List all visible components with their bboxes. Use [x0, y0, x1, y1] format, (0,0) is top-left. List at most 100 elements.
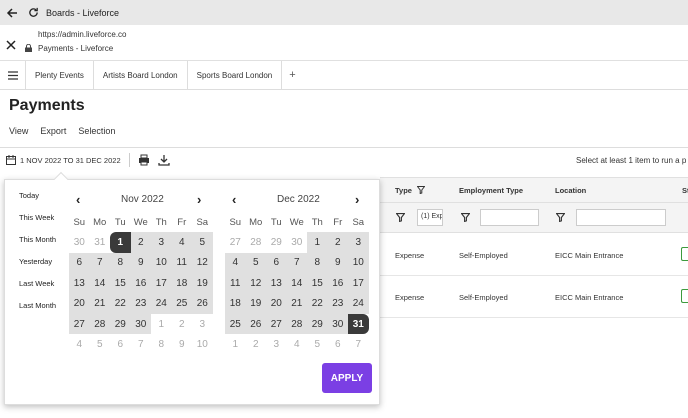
- tab-artists-board-london[interactable]: Artists Board London: [94, 61, 188, 89]
- calendar-day[interactable]: 9: [327, 252, 348, 274]
- calendar-day[interactable]: 24: [348, 293, 369, 314]
- calendar-day[interactable]: 2: [171, 313, 192, 335]
- header-status[interactable]: St: [682, 186, 688, 195]
- calendar-day[interactable]: 6: [327, 334, 348, 355]
- location-filter-input[interactable]: [576, 209, 666, 226]
- header-employment-type[interactable]: Employment Type: [459, 186, 523, 195]
- preset-last-week[interactable]: Last Week: [19, 278, 56, 300]
- calendar-day[interactable]: 1: [151, 313, 172, 335]
- calendar-day[interactable]: 10: [151, 252, 172, 274]
- calendar-day[interactable]: 4: [286, 334, 307, 355]
- calendar-day[interactable]: 6: [266, 252, 287, 274]
- preset-today[interactable]: Today: [19, 190, 56, 212]
- calendar-day[interactable]: 8: [110, 252, 131, 274]
- url-text[interactable]: https://admin.liveforce.co: [38, 30, 126, 39]
- calendar-day[interactable]: 7: [286, 252, 307, 274]
- table-row[interactable]: Expense Self-Employed EICC Main Entrance: [380, 234, 688, 276]
- calendar-day[interactable]: 20: [69, 293, 90, 314]
- calendar-day[interactable]: 17: [348, 273, 369, 294]
- calendar-day[interactable]: 3: [151, 232, 172, 253]
- calendar-day[interactable]: 10: [192, 334, 213, 355]
- calendar-day[interactable]: 29: [307, 313, 328, 335]
- download-icon[interactable]: [157, 154, 170, 166]
- calendar-day[interactable]: 3: [348, 232, 369, 253]
- calendar-day[interactable]: 15: [307, 273, 328, 294]
- calendar-day[interactable]: 28: [245, 232, 266, 253]
- calendar-day[interactable]: 15: [110, 273, 131, 294]
- preset-yesterday[interactable]: Yesterday: [19, 256, 56, 278]
- calendar-day[interactable]: 14: [89, 273, 110, 294]
- header-type[interactable]: Type: [395, 186, 426, 195]
- calendar-day[interactable]: 12: [245, 273, 266, 294]
- calendar-day[interactable]: 12: [192, 252, 213, 274]
- date-range-label[interactable]: 1 NOV 2022 TO 31 DEC 2022: [20, 156, 121, 165]
- prev-month-arrow-icon[interactable]: ‹: [232, 192, 236, 207]
- hamburger-menu-icon[interactable]: [0, 61, 26, 89]
- calendar-day[interactable]: 7: [89, 252, 110, 274]
- calendar-day[interactable]: 22: [307, 293, 328, 314]
- calendar-day[interactable]: 23: [130, 293, 151, 314]
- calendar-day[interactable]: 25: [225, 313, 246, 335]
- next-month-arrow-icon[interactable]: ›: [355, 192, 359, 207]
- view-menu[interactable]: View: [9, 126, 28, 136]
- calendar-day[interactable]: 24: [151, 293, 172, 314]
- add-tab-button[interactable]: +: [282, 61, 302, 89]
- calendar-day[interactable]: 31: [348, 313, 369, 335]
- calendar-day[interactable]: 23: [327, 293, 348, 314]
- calendar-day[interactable]: 6: [110, 334, 131, 355]
- calendar-day[interactable]: 5: [307, 334, 328, 355]
- calendar-day[interactable]: 2: [130, 232, 151, 253]
- calendar-day[interactable]: 30: [286, 232, 307, 253]
- calendar-day[interactable]: 30: [327, 313, 348, 335]
- calendar-day[interactable]: 27: [266, 313, 287, 335]
- calendar-day[interactable]: 25: [171, 293, 192, 314]
- calendar-day[interactable]: 8: [307, 252, 328, 274]
- print-icon[interactable]: [138, 154, 150, 166]
- calendar-day[interactable]: 6: [69, 252, 90, 274]
- calendar-day[interactable]: 22: [110, 293, 131, 314]
- calendar-day[interactable]: 13: [69, 273, 90, 294]
- next-month-arrow-icon[interactable]: ›: [197, 192, 201, 207]
- calendar-day[interactable]: 4: [69, 334, 90, 355]
- filter-icon[interactable]: [461, 213, 470, 222]
- back-arrow-icon[interactable]: [3, 4, 21, 22]
- prev-month-arrow-icon[interactable]: ‹: [76, 192, 80, 207]
- calendar-day[interactable]: 1: [225, 334, 246, 355]
- calendar-day[interactable]: 29: [266, 232, 287, 253]
- calendar-day[interactable]: 2: [245, 334, 266, 355]
- tab-sports-board-london[interactable]: Sports Board London: [188, 61, 283, 89]
- close-icon[interactable]: [6, 37, 16, 50]
- filter-icon[interactable]: [556, 213, 565, 222]
- calendar-day[interactable]: 3: [266, 334, 287, 355]
- calendar-day[interactable]: 21: [286, 293, 307, 314]
- calendar-day[interactable]: 14: [286, 273, 307, 294]
- calendar-day[interactable]: 16: [130, 273, 151, 294]
- calendar-day[interactable]: 11: [225, 273, 246, 294]
- reload-icon[interactable]: [24, 4, 42, 22]
- filter-icon[interactable]: [396, 213, 405, 222]
- calendar-day[interactable]: 1: [110, 232, 131, 253]
- calendar-day[interactable]: 26: [192, 293, 213, 314]
- table-row[interactable]: Expense Self-Employed EICC Main Entrance: [380, 276, 688, 318]
- apply-button[interactable]: APPLY: [322, 363, 372, 393]
- preset-this-month[interactable]: This Month: [19, 234, 56, 256]
- calendar-day[interactable]: 18: [171, 273, 192, 294]
- calendar-day[interactable]: 2: [327, 232, 348, 253]
- calendar-day[interactable]: 30: [130, 313, 151, 335]
- calendar-day[interactable]: 30: [69, 232, 90, 253]
- selection-menu[interactable]: Selection: [78, 126, 115, 136]
- tab-plenty-events[interactable]: Plenty Events: [26, 61, 94, 89]
- export-menu[interactable]: Export: [40, 126, 66, 136]
- calendar-day[interactable]: 28: [89, 313, 110, 335]
- employment-filter-input[interactable]: [480, 209, 539, 226]
- calendar-day[interactable]: 7: [130, 334, 151, 355]
- type-filter-input[interactable]: (1) Exp: [417, 209, 443, 226]
- calendar-day[interactable]: 18: [225, 293, 246, 314]
- calendar-day[interactable]: 5: [245, 252, 266, 274]
- calendar-day[interactable]: 20: [266, 293, 287, 314]
- calendar-day[interactable]: 4: [225, 252, 246, 274]
- preset-this-week[interactable]: This Week: [19, 212, 56, 234]
- calendar-day[interactable]: 21: [89, 293, 110, 314]
- calendar-day[interactable]: 11: [171, 252, 192, 274]
- calendar-day[interactable]: 19: [245, 293, 266, 314]
